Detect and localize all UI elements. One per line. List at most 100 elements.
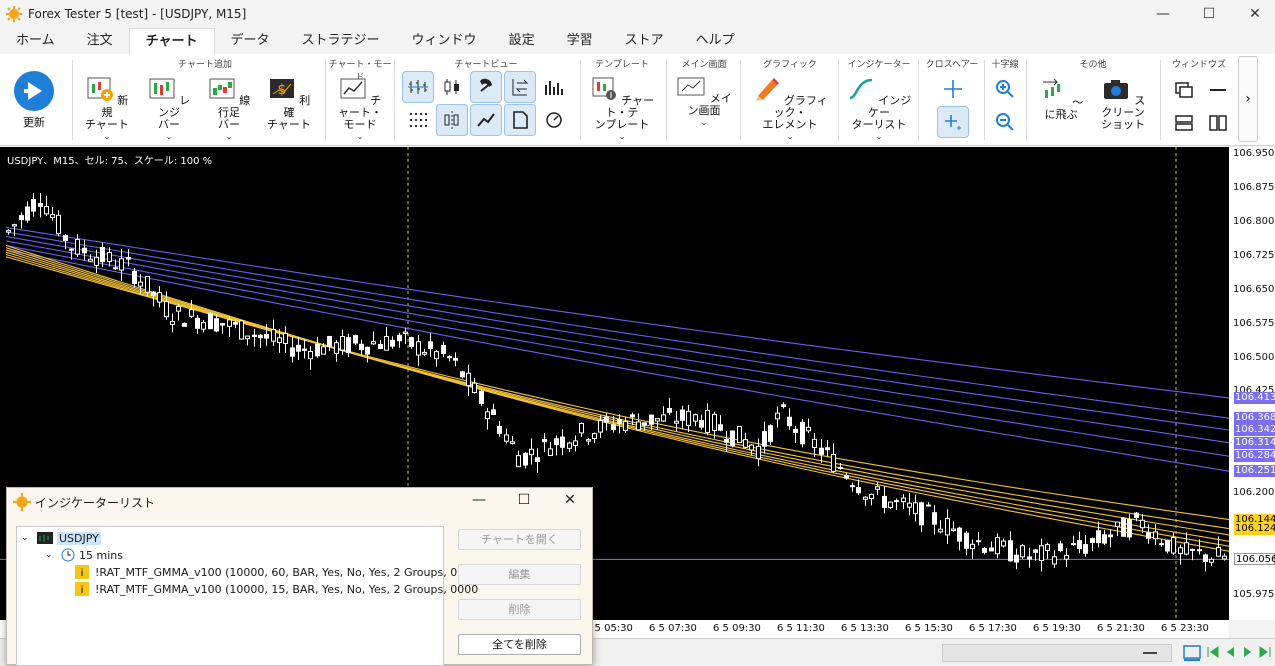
- horizontal-scrollbar[interactable]: [942, 644, 1172, 662]
- edit-button[interactable]: 編集: [458, 564, 581, 585]
- minimize-button[interactable]: —: [1140, 0, 1186, 28]
- tab-data[interactable]: データ: [215, 28, 286, 54]
- price-label: 106.500: [1233, 351, 1275, 363]
- last-bar-icon[interactable]: [1258, 645, 1272, 662]
- bar-chart-view-button[interactable]: [402, 71, 434, 103]
- cascade-windows-button[interactable]: [1168, 74, 1200, 106]
- candle-body: [516, 455, 521, 468]
- candle-body: [831, 454, 836, 472]
- dialog-close-button[interactable]: ✕: [550, 492, 590, 512]
- ribbon-separator: [1160, 60, 1161, 140]
- chevron-down-icon: ⌄: [103, 132, 111, 141]
- line-break-icon: [209, 78, 235, 99]
- delete-button[interactable]: 削除: [458, 599, 581, 620]
- price-tag: 106.342: [1234, 424, 1275, 436]
- candle-body: [12, 224, 17, 227]
- zoom-in-button[interactable]: [989, 73, 1021, 105]
- screenshot-button[interactable]: スクリーン ショット: [1096, 76, 1150, 131]
- price-label: 105.975: [1233, 589, 1275, 600]
- candle-body: [856, 486, 861, 494]
- prev-bar-icon[interactable]: [1224, 645, 1236, 662]
- candle-body: [176, 305, 181, 312]
- next-bar-icon[interactable]: [1242, 645, 1254, 662]
- first-bar-icon[interactable]: [1206, 645, 1220, 662]
- candle-body: [775, 412, 780, 420]
- tree-item-symbol[interactable]: ⌄ USDJPY: [21, 530, 101, 546]
- line-break-button[interactable]: 線行足 バー ⌄: [206, 76, 252, 143]
- tile-horizontal-button[interactable]: [1168, 107, 1200, 139]
- chevron-down-icon[interactable]: ⌄: [21, 533, 33, 543]
- document-icon: [513, 111, 528, 129]
- candle-body: [1171, 536, 1176, 554]
- candle-body: [800, 421, 805, 445]
- period-separator-button[interactable]: [436, 104, 468, 136]
- chart-symbol-icon: [37, 532, 53, 544]
- chevron-down-icon: ⌄: [165, 132, 173, 141]
- candle-body: [63, 235, 68, 242]
- scrollbar-thumb[interactable]: [1143, 652, 1157, 654]
- tab-window[interactable]: ウィンドウ: [396, 28, 493, 54]
- grid-button[interactable]: [402, 104, 434, 136]
- tab-help[interactable]: ヘルプ: [680, 28, 751, 54]
- ribbon-scroll-right-button[interactable]: ›: [1238, 56, 1258, 142]
- candle-body: [497, 425, 502, 434]
- tab-learning[interactable]: 学習: [551, 28, 609, 54]
- zoom-out-icon: [996, 113, 1014, 131]
- indicator-tree[interactable]: ⌄ USDJPY ⌄ 15 mins i !RAT_MTF_GMMA_v100 …: [16, 526, 478, 666]
- tile-vertical-button[interactable]: [1202, 107, 1234, 139]
- candle-body: [264, 333, 269, 339]
- crosshair-button[interactable]: [937, 73, 969, 105]
- indicator-list-button[interactable]: インジケー ターリスト ⌄: [846, 76, 912, 143]
- candle-body: [982, 548, 987, 553]
- zoom-out-button[interactable]: [989, 106, 1021, 138]
- open-chart-button[interactable]: チャートを開く: [458, 529, 581, 550]
- profit-chart-button[interactable]: $ 利確 チャート: [266, 76, 312, 131]
- maximize-button[interactable]: ☐: [1186, 0, 1232, 28]
- tree-item-indicator-1[interactable]: i !RAT_MTF_GMMA_v100 (10000, 60, BAR, Ye…: [75, 564, 478, 580]
- magnet-button[interactable]: [470, 71, 502, 103]
- candle-body: [636, 421, 641, 431]
- tab-chart[interactable]: チャート: [128, 28, 215, 54]
- time-label: 6 5 09:30: [713, 623, 761, 634]
- candle-body: [359, 343, 364, 351]
- candle-view-button[interactable]: [436, 71, 468, 103]
- candle-body: [441, 344, 446, 354]
- minimize-line-icon: [1210, 89, 1226, 91]
- tab-store[interactable]: ストア: [609, 28, 680, 54]
- price-axis[interactable]: 106.950 106.875 106.800 106.725 106.650 106.5…: [1229, 147, 1275, 620]
- candle-body: [1071, 543, 1076, 546]
- candle-body: [1052, 556, 1057, 565]
- minimize-windows-button[interactable]: [1202, 74, 1234, 106]
- close-button[interactable]: ✕: [1232, 0, 1275, 28]
- candle-body: [667, 408, 672, 413]
- candle-body: [945, 517, 950, 536]
- volume-button[interactable]: [538, 71, 570, 103]
- range-bar-button[interactable]: レンジ バー ⌄: [146, 76, 192, 143]
- chart-mode-button[interactable]: チャート・ モード ⌄: [334, 76, 386, 143]
- tab-strategy[interactable]: ストラテジー: [286, 28, 396, 54]
- main-screen-button[interactable]: メイン画面 ⌄: [672, 76, 736, 129]
- delete-all-button[interactable]: 全てを削除: [458, 634, 581, 655]
- trend-line-button[interactable]: [470, 104, 502, 136]
- tab-settings[interactable]: 設定: [493, 28, 551, 54]
- time-label: 6 5 21:30: [1097, 623, 1145, 634]
- chevron-down-icon[interactable]: ⌄: [45, 550, 57, 560]
- dialog-minimize-button[interactable]: —: [459, 492, 499, 512]
- tab-order[interactable]: 注文: [71, 28, 129, 54]
- chart-settings-button[interactable]: [538, 104, 570, 136]
- candle-body: [308, 351, 313, 360]
- tree-item-indicator-2[interactable]: i !RAT_MTF_GMMA_v100 (10000, 15, BAR, Ye…: [75, 581, 478, 597]
- dialog-maximize-button[interactable]: ☐: [504, 492, 544, 512]
- update-button[interactable]: 更新: [10, 70, 58, 129]
- tree-item-timeframe[interactable]: ⌄ 15 mins: [45, 547, 123, 563]
- document-button[interactable]: [504, 104, 536, 136]
- graphic-element-button[interactable]: グラフィック・ エレメント ⌄: [752, 76, 828, 143]
- candle-body: [623, 421, 628, 431]
- crosshair-measure-button[interactable]: [937, 106, 969, 138]
- chart-template-button[interactable]: チャート・テ ンプレート ⌄: [589, 76, 655, 143]
- tab-home[interactable]: ホーム: [0, 28, 71, 54]
- new-chart-button[interactable]: 新規 チャート ⌄: [84, 76, 130, 143]
- jump-to-button[interactable]: 〜に飛ぶ: [1034, 76, 1088, 121]
- shift-chart-button[interactable]: [504, 71, 536, 103]
- chart-list-icon[interactable]: [1182, 643, 1202, 663]
